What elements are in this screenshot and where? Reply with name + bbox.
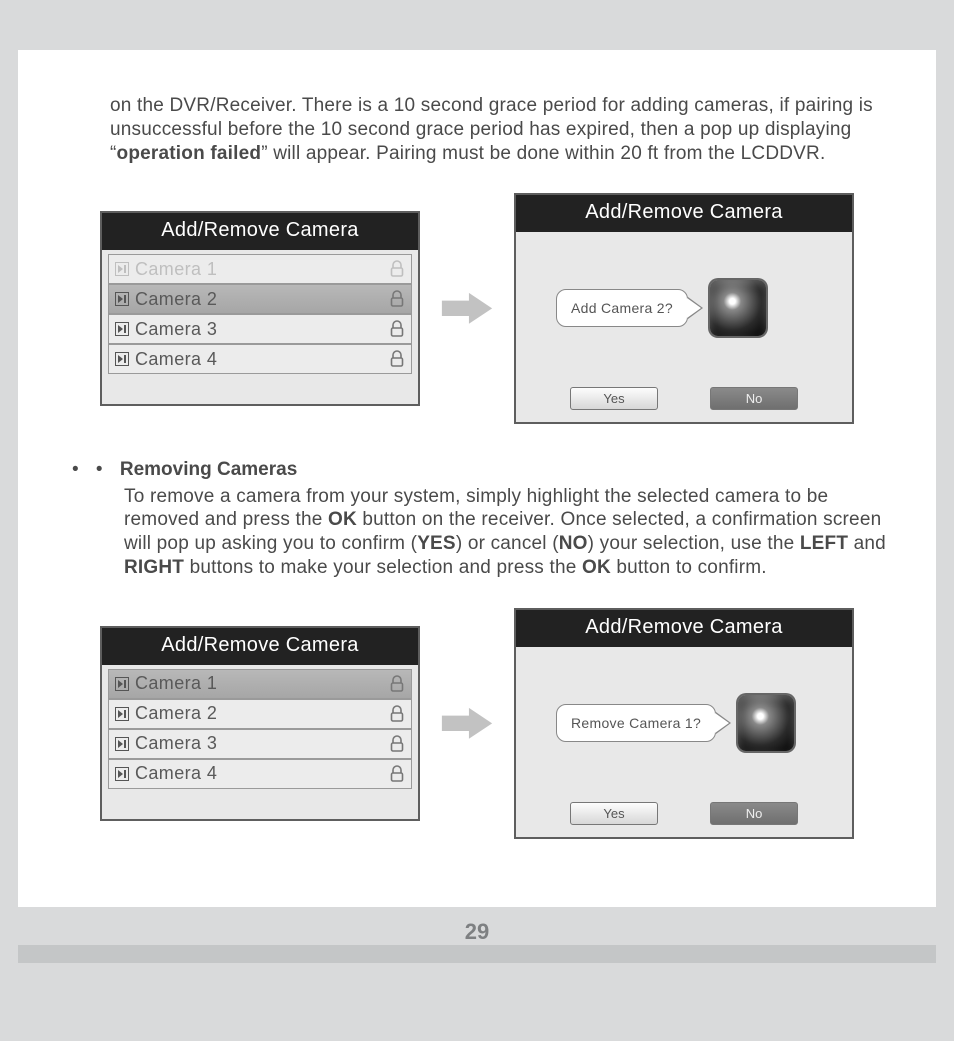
lock-icon — [389, 320, 405, 338]
skip-forward-icon — [115, 262, 129, 276]
skip-forward-icon — [115, 322, 129, 336]
camera-lens-icon — [710, 280, 766, 336]
camera-label: Camera 2 — [135, 289, 217, 310]
lock-icon — [389, 765, 405, 783]
arrow-right-icon — [438, 289, 496, 328]
camera-row[interactable]: Camera 3 — [108, 314, 412, 344]
camera-lens-icon — [738, 695, 794, 751]
camera-row[interactable]: Camera 1 — [108, 669, 412, 699]
figure-row-remove: Add/Remove Camera Camera 1 Camera 2 — [100, 608, 896, 839]
camera-label: Camera 2 — [135, 703, 217, 724]
skip-forward-icon — [115, 767, 129, 781]
camera-row[interactable]: Camera 4 — [108, 344, 412, 374]
lock-icon — [389, 675, 405, 693]
camera-label: Camera 4 — [135, 349, 217, 370]
panel-header: Add/Remove Camera — [516, 195, 852, 232]
footer-bar — [18, 945, 936, 963]
skip-forward-icon — [115, 352, 129, 366]
skip-forward-icon — [115, 707, 129, 721]
arrow-right-icon — [438, 704, 496, 743]
camera-label: Camera 4 — [135, 763, 217, 784]
confirm-prompt: Remove Camera 1? — [556, 704, 716, 742]
right-bold: RIGHT — [124, 557, 184, 578]
section-title: Removing Cameras — [120, 459, 297, 480]
figure-row-add: Add/Remove Camera Camera 1 Camera 2 — [100, 193, 896, 424]
remove-text-6: buttons to make your selection and press… — [184, 557, 582, 578]
yes-button[interactable]: Yes — [570, 387, 658, 410]
yes-bold: YES — [417, 533, 456, 554]
remove-text-3: ) or cancel ( — [456, 533, 559, 554]
camera-list-panel-remove: Add/Remove Camera Camera 1 Camera 2 — [100, 626, 420, 821]
remove-text-7: button to confirm. — [611, 557, 767, 578]
bullet-marks: • • — [72, 459, 120, 480]
no-bold: NO — [559, 533, 588, 554]
lock-icon — [389, 260, 405, 278]
remove-text-4: ) your selection, use the — [588, 533, 800, 554]
lock-icon — [389, 290, 405, 308]
camera-list-panel-add: Add/Remove Camera Camera 1 Camera 2 — [100, 211, 420, 406]
camera-label: Camera 3 — [135, 319, 217, 340]
panel-header: Add/Remove Camera — [516, 610, 852, 647]
ok-bold: OK — [582, 557, 611, 578]
panel-header: Add/Remove Camera — [102, 628, 418, 665]
camera-list: Camera 1 Camera 2 Camera 3 — [102, 665, 418, 819]
camera-label: Camera 3 — [135, 733, 217, 754]
camera-row[interactable]: Camera 2 — [108, 699, 412, 729]
lock-icon — [389, 705, 405, 723]
dialog-body: Remove Camera 1? Yes No — [516, 647, 852, 837]
confirm-remove-panel: Add/Remove Camera Remove Camera 1? Yes N… — [514, 608, 854, 839]
intro-text-c: ” will appear. Pairing must be done with… — [261, 143, 825, 164]
skip-forward-icon — [115, 737, 129, 751]
yes-button[interactable]: Yes — [570, 802, 658, 825]
no-button[interactable]: No — [710, 802, 798, 825]
remove-text-5: and — [848, 533, 886, 554]
operation-failed-bold: operation failed — [117, 143, 262, 164]
dialog-body: Add Camera 2? Yes No — [516, 232, 852, 422]
lock-icon — [389, 350, 405, 368]
skip-forward-icon — [115, 292, 129, 306]
intro-paragraph: on the DVR/Receiver. There is a 10 secon… — [110, 94, 896, 165]
skip-forward-icon — [115, 677, 129, 691]
page-number: 29 — [0, 919, 954, 945]
lock-icon — [389, 735, 405, 753]
ok-bold: OK — [328, 509, 357, 530]
camera-row[interactable]: Camera 2 — [108, 284, 412, 314]
camera-row[interactable]: Camera 3 — [108, 729, 412, 759]
confirm-prompt: Add Camera 2? — [556, 289, 688, 327]
left-bold: LEFT — [800, 533, 848, 554]
camera-row[interactable]: Camera 1 — [108, 254, 412, 284]
camera-row[interactable]: Camera 4 — [108, 759, 412, 789]
no-button[interactable]: No — [710, 387, 798, 410]
camera-label: Camera 1 — [135, 673, 217, 694]
removing-cameras-section: • • Removing Cameras To remove a camera … — [72, 458, 896, 579]
camera-label: Camera 1 — [135, 259, 217, 280]
panel-header: Add/Remove Camera — [102, 213, 418, 250]
confirm-add-panel: Add/Remove Camera Add Camera 2? Yes No — [514, 193, 854, 424]
camera-list: Camera 1 Camera 2 Camera 3 — [102, 250, 418, 404]
